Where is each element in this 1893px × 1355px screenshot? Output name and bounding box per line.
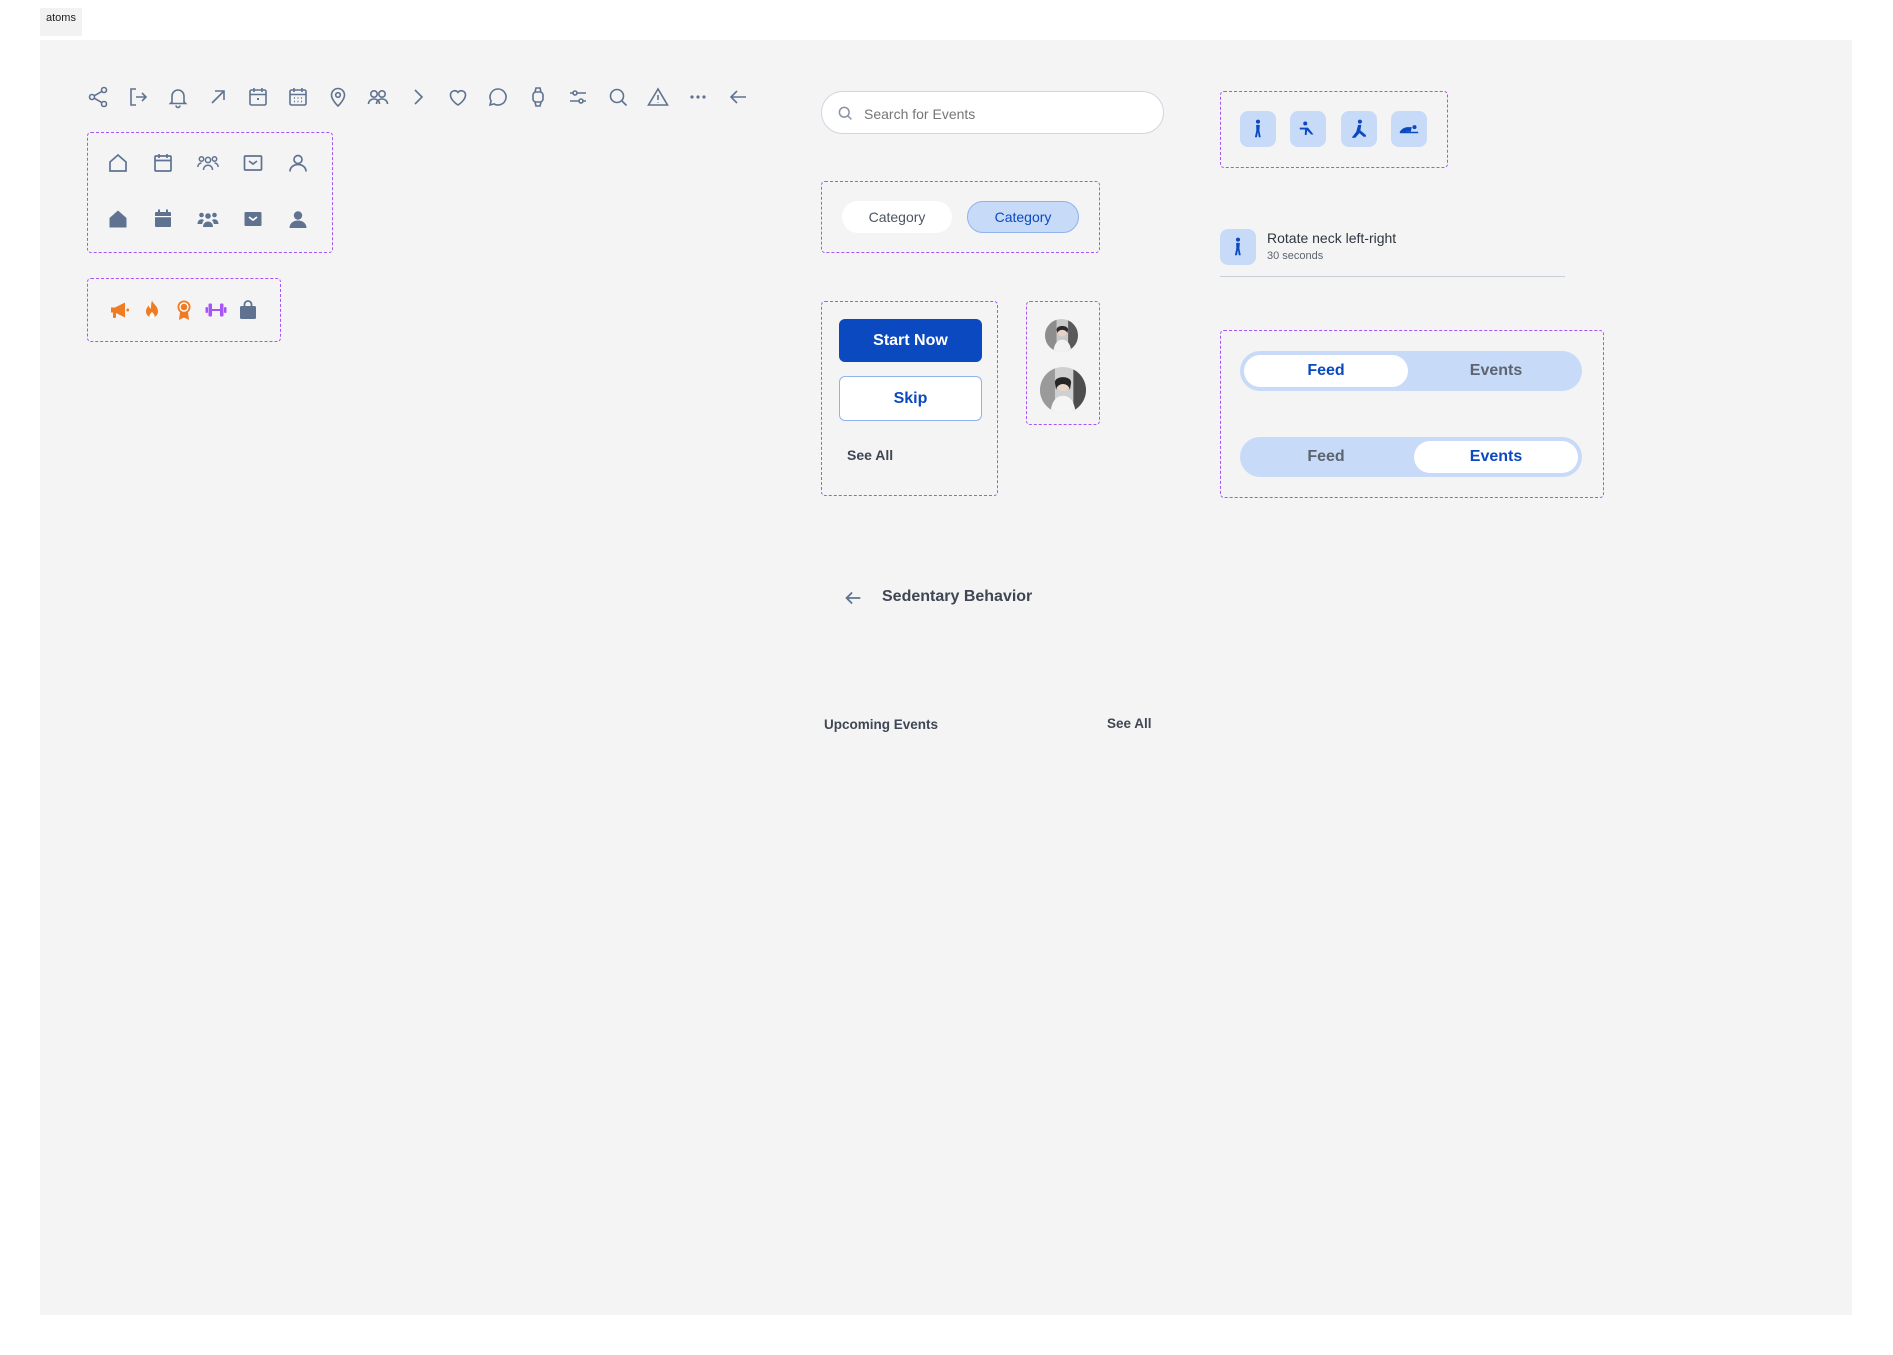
segment-feed[interactable]: Feed — [1244, 355, 1408, 387]
nav-icons-group — [87, 132, 333, 253]
segment-events[interactable]: Events — [1414, 355, 1578, 387]
community-outline-icon[interactable] — [196, 151, 220, 175]
see-all-link[interactable]: See All — [847, 447, 893, 463]
chat-icon[interactable] — [486, 85, 510, 109]
section-title: Upcoming Events — [824, 717, 939, 732]
pose-icons-group — [1220, 91, 1448, 168]
category-chips-group: Category Category — [821, 181, 1100, 253]
calendar-icon[interactable] — [246, 85, 270, 109]
badge-icons-group — [87, 278, 281, 342]
seated-stretch-pose-icon — [1341, 111, 1377, 147]
start-now-button[interactable]: Start Now — [839, 319, 982, 362]
sliders-icon[interactable] — [566, 85, 590, 109]
search-input[interactable] — [862, 100, 1146, 127]
segment-events[interactable]: Events — [1414, 441, 1578, 473]
standing-pose-icon — [1240, 111, 1276, 147]
arrow-up-right-icon[interactable] — [206, 85, 230, 109]
standing-pose-icon — [1220, 229, 1256, 265]
profile-filled-icon[interactable] — [286, 207, 310, 231]
lying-pose-icon — [1391, 111, 1427, 147]
group-icon[interactable] — [366, 85, 390, 109]
logout-icon[interactable] — [126, 85, 150, 109]
exercise-title: Rotate neck left-right — [1267, 230, 1397, 246]
profile-outline-icon[interactable] — [286, 151, 310, 175]
feed-events-toggle: Feed Events — [1240, 437, 1582, 477]
calendar-outline-icon[interactable] — [151, 151, 175, 175]
search-field[interactable] — [821, 91, 1164, 134]
inbox-outline-icon[interactable] — [241, 151, 265, 175]
bag-icon — [236, 298, 260, 322]
category-chip-selected[interactable]: Category — [967, 201, 1079, 233]
page-title: Sedentary Behavior — [882, 588, 1033, 605]
avatar-large — [1040, 367, 1086, 413]
home-outline-icon[interactable] — [106, 151, 130, 175]
megaphone-icon — [108, 298, 132, 322]
skip-button[interactable]: Skip — [839, 376, 982, 421]
feed-events-toggle: Feed Events — [1240, 351, 1582, 391]
back-arrow-icon[interactable] — [842, 587, 864, 609]
search-icon — [836, 104, 854, 122]
home-filled-icon[interactable] — [106, 207, 130, 231]
search-icon[interactable] — [606, 85, 630, 109]
share-icon[interactable] — [86, 85, 110, 109]
heart-icon[interactable] — [446, 85, 470, 109]
more-icon[interactable] — [686, 85, 710, 109]
warning-icon[interactable] — [646, 85, 670, 109]
inbox-filled-icon[interactable] — [241, 207, 265, 231]
calendar-filled-icon[interactable] — [151, 207, 175, 231]
divider — [1220, 276, 1565, 277]
medal-icon — [172, 298, 196, 322]
avatars-group — [1026, 301, 1100, 425]
arrow-left-icon[interactable] — [726, 85, 750, 109]
segmented-controls-group: Feed Events Feed Events — [1220, 330, 1604, 498]
see-all-link[interactable]: See All — [1107, 716, 1152, 731]
category-chip[interactable]: Category — [842, 201, 952, 233]
plank-pose-icon — [1290, 111, 1326, 147]
exercise-duration: 30 seconds — [1267, 250, 1324, 262]
chevron-right-icon[interactable] — [406, 85, 430, 109]
segment-feed[interactable]: Feed — [1244, 441, 1408, 473]
dumbbell-icon — [204, 298, 228, 322]
watch-icon[interactable] — [526, 85, 550, 109]
atoms-canvas: Category Category Start Now Skip See All — [40, 40, 1852, 1315]
fire-icon — [140, 298, 164, 322]
avatar-small — [1045, 319, 1078, 352]
buttons-group: Start Now Skip See All — [821, 301, 998, 496]
bell-icon[interactable] — [166, 85, 190, 109]
community-filled-icon[interactable] — [196, 207, 220, 231]
map-pin-icon[interactable] — [326, 85, 350, 109]
calendar-grid-icon[interactable] — [286, 85, 310, 109]
frame-label: atoms — [40, 8, 82, 36]
